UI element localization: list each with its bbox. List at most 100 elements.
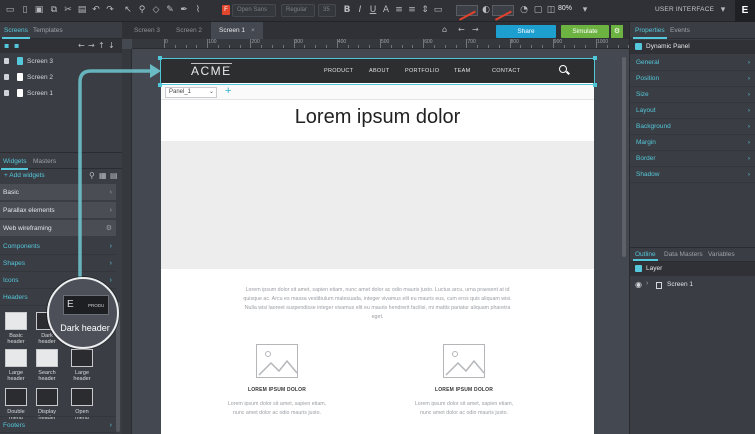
tab-templates[interactable]: Templates: [33, 27, 63, 34]
fill-color-swatch[interactable]: [492, 5, 516, 27]
widget-thumb-large-header[interactable]: [5, 349, 27, 367]
nav-link-portfolio[interactable]: PORTFOLIO: [405, 68, 439, 74]
resize-handle[interactable]: [158, 56, 162, 60]
dark-header-widget[interactable]: ACME PRODUCT ABOUT PORTFOLIO TEAM CONTAC…: [161, 59, 594, 83]
eraser-icon[interactable]: ◇: [151, 5, 161, 15]
canvas-scrollbar[interactable]: [622, 57, 626, 257]
tab-outline[interactable]: Outline: [633, 251, 658, 261]
prop-layout[interactable]: Layout ›: [630, 103, 755, 119]
line-spacing-icon[interactable]: ⇕: [420, 5, 430, 15]
panel-select[interactable]: Panel_1 ⌄: [165, 87, 217, 98]
opacity-icon[interactable]: ◔: [519, 5, 529, 15]
move-left-icon[interactable]: ←: [78, 41, 85, 50]
stroke-color-swatch[interactable]: [456, 5, 480, 27]
widget-thumb-search-header[interactable]: [36, 349, 58, 367]
zoom-level[interactable]: 80%: [558, 5, 572, 12]
gear-icon[interactable]: ⚙: [106, 220, 112, 237]
align-center-icon[interactable]: ≡: [407, 5, 417, 15]
pen-tool-icon[interactable]: ✒: [179, 5, 189, 15]
tab-widgets[interactable]: Widgets: [0, 158, 30, 170]
lock-icon[interactable]: [4, 90, 9, 96]
move-right-icon[interactable]: →: [88, 41, 95, 50]
text-color-icon[interactable]: A: [381, 5, 391, 15]
zoom-tool-icon[interactable]: ⚲: [137, 5, 147, 15]
align-left-icon[interactable]: ≡: [394, 5, 404, 15]
shadow-icon[interactable]: ▢: [533, 5, 543, 15]
font-family-select[interactable]: Open Sans: [232, 4, 276, 17]
widget-thumb-large-header-2[interactable]: [71, 349, 93, 367]
line-style-icon[interactable]: ▭: [433, 5, 443, 15]
add-folder-icon[interactable]: ▪: [14, 41, 19, 50]
undo-icon[interactable]: ↶: [91, 5, 101, 15]
prop-shadow[interactable]: Shadow ›: [630, 167, 755, 183]
new-file-icon[interactable]: ▯: [20, 5, 30, 15]
tab-screens[interactable]: Screens: [2, 27, 30, 39]
nav-link-product[interactable]: PRODUCT: [324, 68, 353, 74]
simulate-button[interactable]: Simulate: [561, 25, 609, 38]
design-page[interactable]: ACME PRODUCT ABOUT PORTFOLIO TEAM CONTAC…: [161, 59, 594, 434]
category-components[interactable]: Components ›: [0, 238, 116, 255]
doc-tab-screen-3[interactable]: Screen 3: [126, 22, 168, 39]
nav-link-contact[interactable]: CONTACT: [492, 68, 520, 74]
prop-position[interactable]: Position ›: [630, 71, 755, 87]
screen-item-1[interactable]: Screen 1: [0, 86, 122, 101]
widget-thumb-display-header[interactable]: [36, 388, 58, 406]
lock-icon[interactable]: [4, 58, 9, 64]
simulate-settings-icon[interactable]: ⚙: [611, 25, 623, 38]
menu-icon[interactable]: ▭: [5, 5, 15, 15]
cut-icon[interactable]: ✂: [63, 5, 73, 15]
widget-thumb-double-menu[interactable]: [5, 388, 27, 406]
forward-icon[interactable]: →: [472, 25, 479, 34]
add-panel-icon[interactable]: +: [225, 85, 231, 97]
add-screen-icon[interactable]: ▪: [4, 41, 9, 50]
back-icon[interactable]: ←: [458, 25, 465, 34]
eye-icon[interactable]: ◉: [635, 280, 642, 289]
mode-dropdown-icon[interactable]: ▾: [718, 5, 728, 15]
tab-data-masters[interactable]: Data Masters: [664, 251, 703, 258]
bold-icon[interactable]: B: [342, 5, 352, 15]
move-up-icon[interactable]: ↑: [98, 41, 105, 50]
screen-item-2[interactable]: Screen 2: [0, 70, 122, 85]
resize-handle[interactable]: [593, 56, 597, 60]
tab-properties[interactable]: Properties: [633, 27, 667, 39]
search-icon[interactable]: ⚲: [89, 171, 95, 180]
screen-item-3[interactable]: Screen 3: [0, 54, 122, 69]
eyedropper-icon[interactable]: ✎: [165, 5, 175, 15]
grid-view-icon[interactable]: ▦: [99, 171, 107, 180]
font-size-field[interactable]: 35: [318, 4, 336, 17]
resize-handle[interactable]: [158, 83, 162, 87]
fill-icon[interactable]: ◐: [481, 5, 491, 15]
library-web-wireframing[interactable]: Web wireframing ⚙: [0, 220, 116, 237]
chevron-right-icon[interactable]: ›: [646, 280, 648, 287]
save-icon[interactable]: ▣: [34, 5, 44, 15]
search-icon[interactable]: [559, 65, 567, 73]
redo-icon[interactable]: ↷: [105, 5, 115, 15]
home-icon[interactable]: ⌂: [442, 25, 447, 34]
library-parallax[interactable]: Parallax elements ›: [0, 202, 116, 219]
prop-border[interactable]: Border ›: [630, 151, 755, 167]
copy-icon[interactable]: ⧉: [49, 5, 59, 15]
resize-handle[interactable]: [593, 83, 597, 87]
prop-size[interactable]: Size ›: [630, 87, 755, 103]
widget-thumb-basic-header[interactable]: [5, 312, 27, 330]
list-view-icon[interactable]: ▤: [110, 171, 118, 180]
prop-background[interactable]: Background ›: [630, 119, 755, 135]
pointer-icon[interactable]: ↖: [123, 5, 133, 15]
tab-events[interactable]: Events: [670, 27, 690, 34]
doc-tab-screen-1[interactable]: Screen 1 ×: [211, 22, 263, 39]
add-widgets-button[interactable]: + Add widgets: [4, 172, 45, 179]
tab-masters[interactable]: Masters: [33, 158, 56, 165]
share-button[interactable]: Share: [496, 25, 556, 38]
prop-general[interactable]: General ›: [630, 55, 755, 71]
close-icon[interactable]: ×: [251, 27, 255, 34]
font-style-select[interactable]: Regular: [281, 4, 315, 17]
nav-link-team[interactable]: TEAM: [454, 68, 470, 74]
image-placeholder-block[interactable]: [161, 141, 594, 269]
user-avatar[interactable]: E: [735, 0, 755, 22]
tab-variables[interactable]: Variables: [708, 251, 735, 258]
layer-item[interactable]: ◉ › Screen 1: [630, 278, 755, 292]
border-radius-icon[interactable]: ◫: [546, 5, 556, 15]
italic-icon[interactable]: I: [355, 5, 365, 15]
link-icon[interactable]: ⌇: [193, 5, 203, 15]
zoom-dropdown-icon[interactable]: ▾: [580, 5, 590, 15]
